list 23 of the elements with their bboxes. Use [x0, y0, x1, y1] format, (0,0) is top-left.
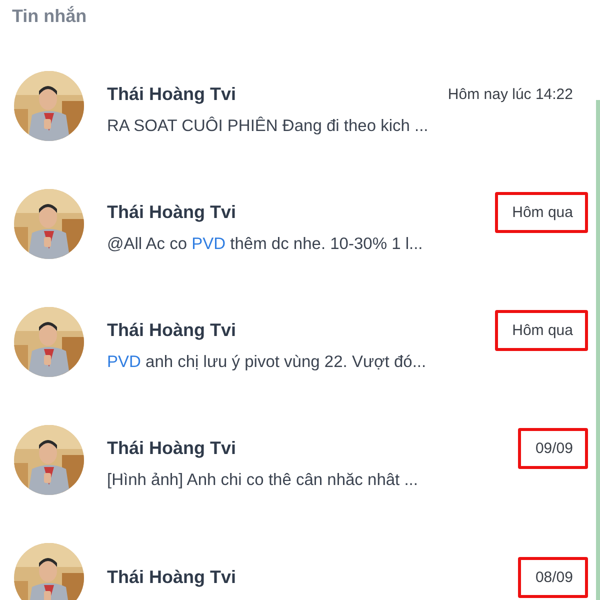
- sender-name: Thái Hoàng Tvi: [107, 566, 236, 588]
- timestamp: 09/09: [518, 428, 588, 469]
- timestamp: Hôm qua: [495, 310, 588, 351]
- message-preview: [Hình ảnh] Anh chi co thê cân nhăc nhât ...: [107, 471, 419, 490]
- sender-name: Thái Hoàng Tvi: [107, 320, 236, 341]
- conversation-item[interactable]: Thái Hoàng Tvi 08/09: [0, 519, 600, 600]
- message-preview: PVD anh chị lưu ý pivot vùng 22. Vượt đó...: [107, 353, 428, 372]
- conversation-item[interactable]: Thái Hoàng Tvi Hôm qua @All Ac co PVD thêm dc nhe. 10-30% 1 l...: [0, 165, 600, 283]
- stock-link[interactable]: PVD: [192, 235, 226, 253]
- timestamp: Hôm qua: [495, 192, 588, 233]
- conversation-item[interactable]: Thái Hoàng Tvi 09/09 [Hình ảnh] Anh chi co thê cân nhăc nhât ...: [0, 401, 600, 519]
- conversation-item[interactable]: Thái Hoàng Tvi Hôm qua PVD anh chị lưu ý pivot vùng 22. Vượt đó...: [0, 283, 600, 401]
- sender-name: Thái Hoàng Tvi: [107, 438, 236, 459]
- sender-name: Thái Hoàng Tvi: [107, 202, 236, 223]
- timestamp: 08/09: [518, 556, 588, 598]
- conversation-item[interactable]: Thái Hoàng Tvi Hôm nay lúc 14:22 RA SOAT CUÔI PHIÊN Đang đi theo kich ...: [0, 47, 600, 165]
- sender-name: Thái Hoàng Tvi: [107, 84, 236, 105]
- panel-title: Tin nhắn: [11, 5, 88, 28]
- message-preview: @All Ac co PVD thêm dc nhe. 10-30% 1 l...: [107, 235, 424, 254]
- message-preview: RA SOAT CUÔI PHIÊN Đang đi theo kich ...: [107, 117, 430, 136]
- timestamp: Hôm nay lúc 14:22: [446, 85, 574, 105]
- scrollbar[interactable]: [596, 100, 600, 600]
- stock-link[interactable]: PVD: [107, 353, 141, 371]
